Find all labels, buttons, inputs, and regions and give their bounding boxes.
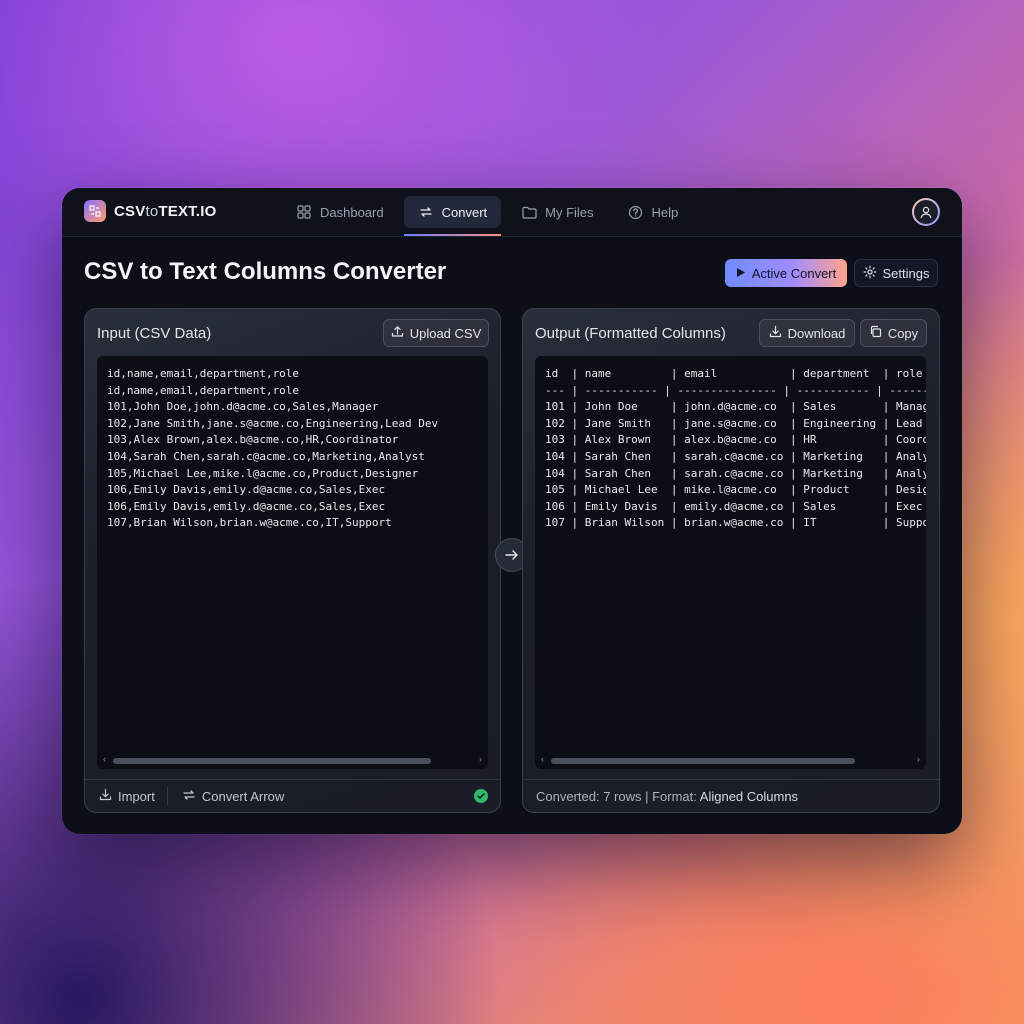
- scroll-left-icon[interactable]: ‹: [103, 754, 106, 764]
- input-panel-footer: Import Convert Arrow: [85, 779, 500, 812]
- csv-line: 103,Alex Brown,alex.b@acme.co,HR,Coordin…: [107, 433, 399, 447]
- input-horizontal-scrollbar[interactable]: ‹ ›: [103, 754, 482, 765]
- nav-my-files[interactable]: My Files: [507, 196, 607, 228]
- active-convert-button[interactable]: Active Convert: [725, 259, 847, 287]
- output-line: 101 | John Doe | john.d@acme.co | Sales …: [545, 400, 926, 414]
- logo-text: CSVtoTEXT.IO: [114, 202, 217, 220]
- top-bar: CSVtoTEXT.IO Dashboard Convert My Files: [62, 188, 962, 237]
- page-title: CSV to Text Columns Converter: [84, 258, 447, 285]
- csv-line: 106,Emily Davis,emily.d@acme.co,Sales,Ex…: [107, 499, 386, 513]
- nav-help[interactable]: Help: [614, 196, 693, 228]
- convert-arrow-button[interactable]: Convert Arrow: [182, 788, 284, 805]
- output-line: 106 | Emily Davis | emily.d@acme.co | Sa…: [545, 499, 923, 513]
- settings-button[interactable]: Settings: [854, 259, 938, 287]
- scroll-right-icon[interactable]: ›: [479, 754, 482, 764]
- csv-line: 102,Jane Smith,jane.s@acme.co,Engineerin…: [107, 416, 439, 430]
- input-scroll-thumb[interactable]: [113, 758, 431, 764]
- copy-button[interactable]: Copy: [860, 319, 927, 347]
- nav-convert[interactable]: Convert: [403, 196, 502, 236]
- import-button[interactable]: Import: [99, 788, 155, 804]
- output-scroll-thumb[interactable]: [551, 758, 855, 764]
- swap-icon: [418, 204, 434, 220]
- formatted-output-text: id | name | email | department | role ---…: [545, 366, 926, 532]
- output-line: --- | ----------- | --------------- | --…: [545, 383, 926, 397]
- output-panel: Output (Formatted Columns) Download Copy…: [522, 308, 940, 813]
- help-icon: [628, 204, 644, 220]
- csv-input-text: id,name,email,department,role id,name,ema…: [107, 366, 438, 532]
- logo-icon: [84, 200, 106, 222]
- csv-line: 104,Sarah Chen,sarah.c@acme.co,Marketing…: [107, 449, 425, 463]
- logo[interactable]: CSVtoTEXT.IO: [84, 200, 216, 222]
- output-line: 105 | Michael Lee | mike.l@acme.co | Pro…: [545, 483, 926, 497]
- nav-dashboard-label: Dashboard: [320, 204, 384, 220]
- upload-csv-label: Upload CSV: [409, 325, 482, 341]
- user-icon: [914, 200, 938, 224]
- csv-input-editor[interactable]: id,name,email,department,role id,name,ema…: [97, 356, 488, 769]
- upload-csv-button[interactable]: Upload CSV: [383, 319, 489, 347]
- input-panel: Input (CSV Data) Upload CSV id,name,emai…: [84, 308, 501, 813]
- download-button[interactable]: Download: [759, 319, 855, 347]
- copy-label: Copy: [887, 325, 919, 341]
- conversion-status: Converted: 7 rows | Format: Aligned Colu…: [536, 789, 798, 804]
- output-line: id | name | email | department | role: [545, 367, 923, 380]
- folder-icon: [521, 204, 537, 220]
- grid-icon: [296, 204, 312, 220]
- import-label: Import: [118, 788, 155, 804]
- csv-line: id,name,email,department,role: [107, 367, 300, 380]
- play-icon: [736, 266, 746, 281]
- settings-label: Settings: [882, 265, 930, 281]
- copy-icon: [869, 325, 882, 341]
- download-icon: [99, 788, 112, 804]
- nav-dashboard[interactable]: Dashboard: [282, 196, 398, 228]
- formatted-output-view[interactable]: id | name | email | department | role ---…: [535, 356, 926, 769]
- swap-icon: [182, 788, 196, 805]
- csv-line: id,name,email,department,role: [107, 383, 300, 397]
- app-window: CSVtoTEXT.IO Dashboard Convert My Files: [62, 188, 962, 834]
- output-line: 107 | Brian Wilson | brian.w@acme.co | I…: [545, 516, 926, 530]
- scroll-right-icon[interactable]: ›: [917, 754, 920, 764]
- output-line: 102 | Jane Smith | jane.s@acme.co | Engi…: [545, 416, 926, 430]
- input-panel-title: Input (CSV Data): [97, 325, 212, 342]
- status-label: Converted: 7 rows | Format:: [536, 788, 700, 804]
- footer-divider: [166, 787, 168, 805]
- csv-line: 105,Michael Lee,mike.l@acme.co,Product,D…: [107, 466, 419, 480]
- csv-line: 106,Emily Davis,emily.d@acme.co,Sales,Ex…: [107, 483, 386, 497]
- gear-icon: [863, 265, 877, 282]
- main-nav: Dashboard Convert My Files Help: [282, 196, 693, 236]
- output-horizontal-scrollbar[interactable]: ‹ ›: [541, 754, 920, 765]
- active-convert-label: Active Convert: [751, 265, 837, 281]
- nav-my-files-label: My Files: [545, 204, 594, 220]
- scroll-left-icon[interactable]: ‹: [541, 754, 544, 764]
- download-icon: [769, 325, 782, 341]
- output-panel-footer: Converted: 7 rows | Format: Aligned Colu…: [523, 779, 939, 812]
- avatar[interactable]: [912, 198, 940, 226]
- csv-line: 101,John Doe,john.d@acme.co,Sales,Manage…: [107, 400, 379, 414]
- output-line: 104 | Sarah Chen | sarah.c@acme.co | Mar…: [545, 449, 926, 463]
- nav-convert-label: Convert: [441, 204, 488, 220]
- check-icon: [474, 789, 488, 803]
- upload-icon: [391, 325, 404, 341]
- output-line: 103 | Alex Brown | alex.b@acme.co | HR |…: [545, 433, 926, 447]
- status-format-value: Aligned Columns: [699, 788, 799, 804]
- output-line: 104 | Sarah Chen | sarah.c@acme.co | Mar…: [545, 466, 926, 480]
- csv-line: 107,Brian Wilson,brian.w@acme.co,IT,Supp…: [107, 516, 392, 530]
- output-panel-title: Output (Formatted Columns): [535, 325, 726, 342]
- download-label: Download: [787, 325, 846, 341]
- nav-help-label: Help: [651, 204, 679, 220]
- convert-arrow-label: Convert Arrow: [201, 788, 285, 804]
